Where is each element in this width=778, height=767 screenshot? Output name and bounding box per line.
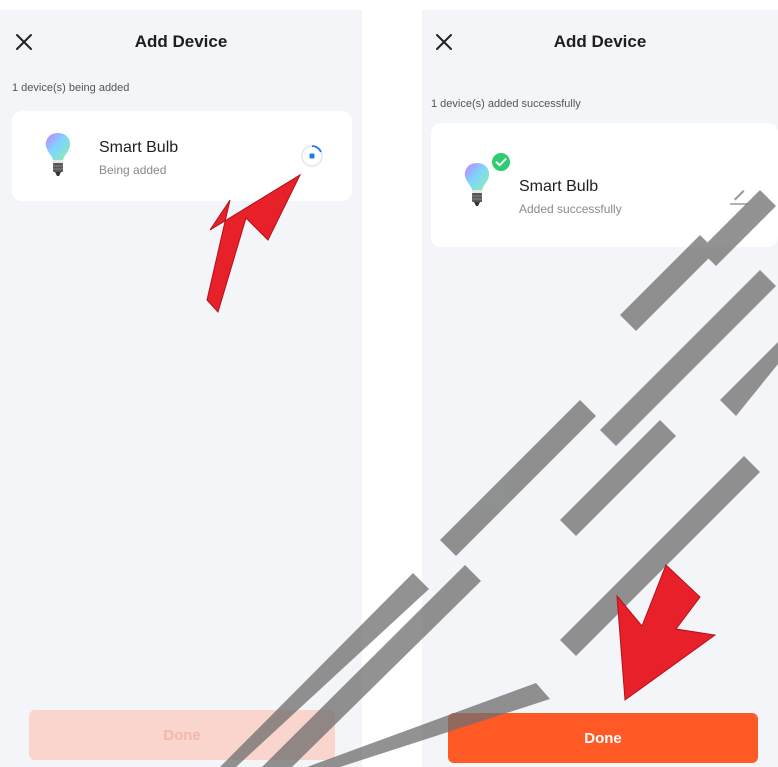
- page-title: Add Device: [134, 32, 228, 51]
- add-device-screen-in-progress: Add Device 1 device(s) being added Smart…: [0, 10, 362, 767]
- page-title: Add Device: [553, 32, 647, 51]
- device-status: Being added: [99, 163, 167, 177]
- device-status: Added successfully: [519, 202, 622, 216]
- loading-spinner-icon: [301, 145, 323, 167]
- done-button-disabled[interactable]: Done: [29, 710, 335, 760]
- add-device-screen-success: Add Device 1 device(s) added successfull…: [422, 10, 778, 767]
- device-card[interactable]: Smart Bulb Being added: [12, 111, 352, 201]
- adding-status-text: 1 device(s) being added: [12, 82, 130, 94]
- device-name: Smart Bulb: [519, 178, 599, 195]
- success-status-text: 1 device(s) added successfully: [431, 98, 581, 110]
- check-badge-icon: [491, 152, 511, 172]
- pencil-icon[interactable]: [727, 183, 751, 207]
- device-card[interactable]: Smart Bulb Added successfully: [431, 123, 778, 247]
- done-button[interactable]: Done: [448, 713, 758, 763]
- smart-bulb-icon: [45, 133, 71, 176]
- device-name: Smart Bulb: [99, 139, 179, 156]
- smart-bulb-icon: [464, 163, 490, 206]
